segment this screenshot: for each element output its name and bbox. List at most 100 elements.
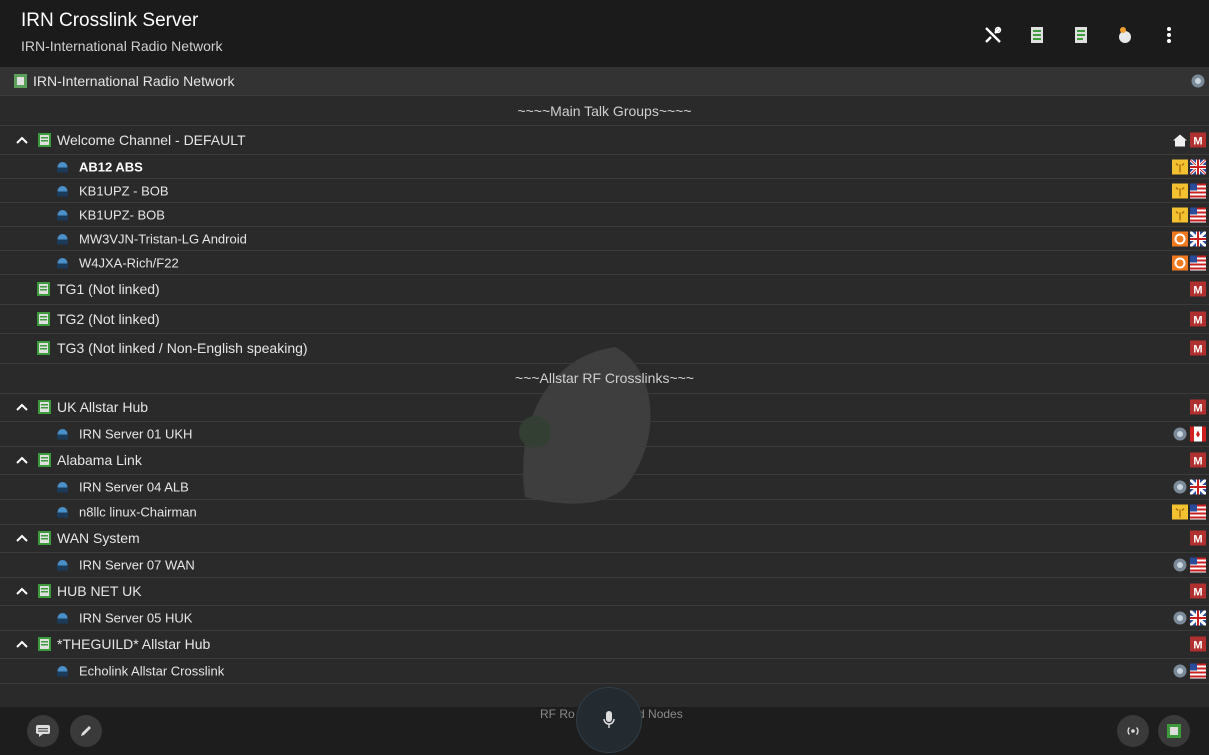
section-header-allstar: ~~~Allstar RF Crosslinks~~~: [0, 364, 1209, 394]
m-badge-icon: M: [1190, 281, 1206, 297]
channel-edit-icon[interactable]: [1059, 22, 1103, 48]
us-flag-icon: [1190, 557, 1206, 572]
channel-row[interactable]: Alabama Link M: [0, 447, 1209, 475]
user-status-icon[interactable]: [1103, 22, 1147, 48]
svg-text:M: M: [1193, 136, 1202, 148]
server-icon: [1173, 427, 1187, 440]
server-icon: [14, 74, 27, 88]
user-row[interactable]: W4JXA-Rich/F22: [0, 251, 1209, 275]
home-icon: [1173, 134, 1187, 147]
channel-label: TG3 (Not linked / Non-English speaking): [57, 340, 308, 357]
svg-text:M: M: [1193, 534, 1202, 546]
chevron-up-icon[interactable]: [15, 531, 29, 545]
m-badge-icon: M: [1190, 452, 1206, 468]
user-row[interactable]: IRN Server 07 WAN: [0, 553, 1209, 578]
us-flag-icon: [1190, 663, 1206, 678]
user-label: MW3VJN-Tristan-LG Android: [79, 231, 247, 246]
channel-add-icon[interactable]: [1015, 22, 1059, 48]
signal-icon: [1172, 183, 1188, 198]
svg-text:M: M: [1193, 403, 1202, 415]
chevron-up-icon[interactable]: [15, 133, 29, 147]
chevron-up-icon[interactable]: [15, 584, 29, 598]
user-status-dot-icon: [57, 209, 68, 220]
channel-row[interactable]: TG3 (Not linked / Non-English speaking) …: [0, 334, 1209, 364]
uk-flag-icon: [1190, 159, 1206, 174]
channel-icon: [37, 341, 50, 356]
channel-label: HUB NET UK: [57, 583, 142, 599]
uk-flag-icon: [1190, 479, 1206, 494]
user-status-dot-icon: [57, 665, 68, 676]
user-label: IRN Server 01 UKH: [79, 426, 193, 441]
user-row[interactable]: IRN Server 05 HUK: [0, 606, 1209, 631]
us-flag-icon: [1190, 255, 1206, 270]
user-label: KB1UPZ- BOB: [79, 207, 165, 222]
m-badge-icon: M: [1190, 132, 1206, 148]
svg-text:M: M: [1193, 314, 1202, 326]
server-icon: [1173, 480, 1187, 493]
user-row[interactable]: AB12 ABS: [0, 155, 1209, 179]
channel-label: TG2 (Not linked): [57, 310, 160, 327]
channel-row[interactable]: Welcome Channel - DEFAULT M: [0, 126, 1209, 155]
user-row[interactable]: KB1UPZ - BOB: [0, 179, 1209, 203]
toolbar-actions: [971, 22, 1191, 48]
channel-row[interactable]: TG2 (Not linked) M: [0, 305, 1209, 334]
broadcast-icon[interactable]: [1117, 715, 1149, 747]
tools-icon[interactable]: [971, 22, 1015, 48]
channel-icon: [38, 637, 51, 651]
channel-row[interactable]: TG1 (Not linked) M: [0, 275, 1209, 305]
channel-icon: [38, 133, 51, 147]
user-label: KB1UPZ - BOB: [79, 183, 169, 198]
channel-label: Alabama Link: [57, 452, 142, 468]
user-label: IRN Server 05 HUK: [79, 610, 193, 625]
channel-row[interactable]: WAN System M: [0, 525, 1209, 553]
microphone-icon: [603, 711, 615, 728]
chat-icon[interactable]: [27, 715, 59, 747]
overflow-menu-icon[interactable]: [1147, 22, 1191, 48]
pencil-icon[interactable]: [70, 715, 102, 747]
channel-label: TG1 (Not linked): [57, 281, 160, 298]
uk-flag-icon: [1190, 231, 1206, 246]
us-flag-icon: [1190, 504, 1206, 519]
user-status-dot-icon: [57, 185, 68, 196]
user-status-dot-icon: [57, 428, 68, 439]
server-root-row[interactable]: IRN-International Radio Network: [0, 67, 1209, 96]
user-row[interactable]: Echolink Allstar Crosslink: [0, 659, 1209, 684]
user-status-dot-icon: [57, 559, 68, 570]
push-to-talk-button[interactable]: [577, 688, 641, 752]
user-status-dot-icon: [57, 257, 68, 268]
uk-flag-icon: [1190, 610, 1206, 625]
user-row[interactable]: IRN Server 04 ALB: [0, 475, 1209, 500]
server-icon: [1173, 558, 1187, 571]
channel-icon: [38, 400, 51, 414]
user-label: IRN Server 07 WAN: [79, 557, 195, 572]
server-label: IRN-International Radio Network: [33, 73, 235, 89]
section-label: ~~~~Main Talk Groups~~~~: [517, 102, 692, 119]
app-bar: IRN Crosslink Server IRN-International R…: [0, 0, 1209, 67]
user-label: W4JXA-Rich/F22: [79, 255, 179, 270]
user-label: Echolink Allstar Crosslink: [79, 663, 225, 678]
channel-label: UK Allstar Hub: [57, 399, 149, 415]
m-badge-icon: M: [1190, 530, 1206, 546]
chevron-up-icon[interactable]: [15, 400, 29, 414]
channel-row[interactable]: *THEGUILD* Allstar Hub M: [0, 631, 1209, 659]
server-info-icon[interactable]: [1190, 74, 1206, 89]
user-row[interactable]: IRN Server 01 UKH: [0, 422, 1209, 447]
channel-tree[interactable]: IRN-International Radio Network ~~~~Main…: [0, 67, 1209, 707]
user-status-dot-icon: [57, 161, 68, 172]
user-label: AB12 ABS: [79, 159, 143, 174]
signal-icon: [1172, 207, 1188, 222]
channel-row[interactable]: UK Allstar Hub M: [0, 394, 1209, 422]
channel-label: WAN System: [57, 530, 140, 546]
section-label: ~~~Allstar RF Crosslinks~~~: [515, 370, 694, 386]
svg-text:M: M: [1193, 640, 1202, 652]
user-row[interactable]: KB1UPZ- BOB: [0, 203, 1209, 227]
signal-icon: [1172, 504, 1188, 519]
channel-row[interactable]: HUB NET UK M: [0, 578, 1209, 606]
channel-label: *THEGUILD* Allstar Hub: [57, 636, 211, 652]
channel-switch-icon[interactable]: [1158, 715, 1190, 747]
channel-icon: [38, 453, 51, 467]
chevron-up-icon[interactable]: [15, 637, 29, 651]
chevron-up-icon[interactable]: [15, 453, 29, 467]
user-row[interactable]: MW3VJN-Tristan-LG Android: [0, 227, 1209, 251]
user-row[interactable]: n8llc linux-Chairman: [0, 500, 1209, 525]
